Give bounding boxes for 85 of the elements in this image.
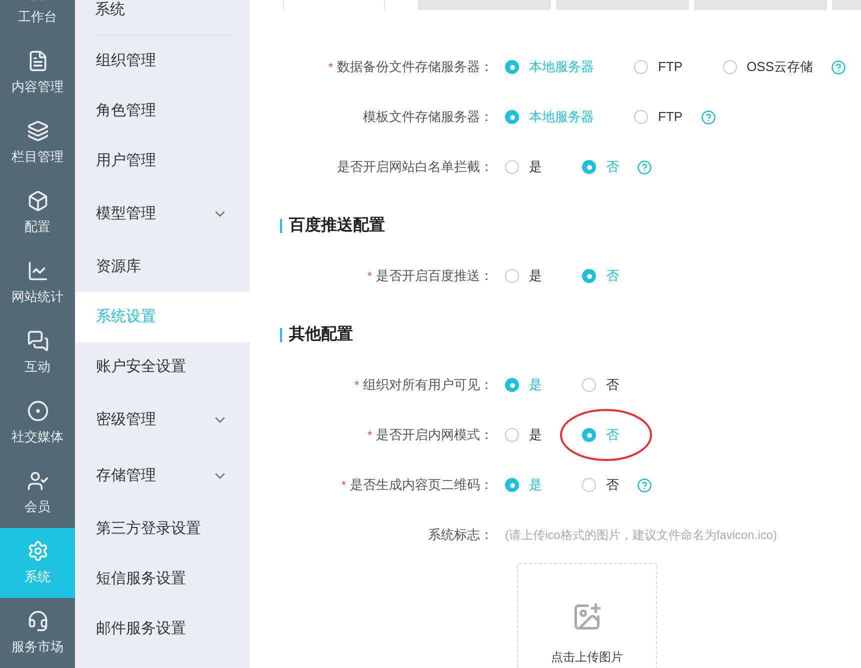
nav-item[interactable]: 互动 [0,318,75,388]
chat-icon [26,330,48,352]
radio-label: 否 [606,267,619,286]
radio-label: 本地服务器 [529,108,594,126]
layers-icon [26,120,48,142]
radio-button[interactable] [582,160,596,174]
radio-label: OSS云存储 [746,58,814,76]
radio-label: 是 [529,426,542,444]
required-mark: * [367,427,372,444]
required-mark: * [354,377,359,394]
cube-icon [26,190,48,212]
tab[interactable] [556,0,689,10]
help-icon[interactable] [831,60,846,74]
nav-item[interactable]: 会员 [0,458,75,528]
nav-item[interactable]: 服务市场 [0,598,75,668]
required-mark: * [328,59,333,76]
settings-icon [26,540,48,562]
upload-hint: (请上传ico格式的图片，建议文件命名为favicon.ico) [505,527,778,544]
user-check-icon [26,470,48,492]
radio-button[interactable] [582,378,596,392]
nav-item[interactable]: 网站统计 [0,248,75,318]
upload-area[interactable]: 点击上传图片 [517,563,657,668]
radio-button[interactable] [505,478,519,492]
headset-icon [26,610,48,632]
field-label: 数据备份文件存储服务器： [337,58,493,76]
submenu-item[interactable]: 角色管理 [75,86,250,136]
radio-label: FTP [658,58,683,76]
radio-button[interactable] [582,478,596,492]
radio-button[interactable] [505,110,519,124]
radio-button[interactable] [634,60,648,74]
radio-button[interactable] [634,110,648,124]
radio-label: 是 [529,476,542,494]
field-label: 是否开启百度推送： [376,267,493,286]
nav-item[interactable]: 内容管理 [0,38,75,108]
radio-button[interactable] [505,378,519,392]
nav-item[interactable]: 配置 [0,178,75,248]
radio-button[interactable] [505,428,519,442]
radio-button[interactable] [505,60,519,74]
radio-label: 是 [529,267,542,286]
section-heading: 百度推送配置 [289,215,385,236]
radio-label: 是 [529,158,542,176]
submenu-item[interactable]: 模型管理 [75,186,250,242]
submenu-item[interactable]: 账户安全设置 [75,342,250,392]
submenu-title: 系统 [95,0,125,20]
radio-label: 本地服务器 [529,58,594,76]
field-label: 是否开启网站白名单拦截： [337,158,493,176]
nav-item[interactable]: 栏目管理 [0,108,75,178]
submenu-item[interactable]: 邮件服务设置 [75,604,250,654]
nav-item[interactable]: 社交媒体 [0,388,75,458]
submenu-item[interactable]: 短信服务设置 [75,554,250,604]
radio-button[interactable] [505,160,519,174]
radio-label: 否 [606,476,619,494]
nav-item[interactable]: 工作台 [0,0,75,38]
required-mark: * [367,268,372,285]
submenu-item[interactable]: 密级管理 [75,392,250,448]
radio-label: FTP [658,108,683,126]
help-icon[interactable] [637,160,652,174]
radio-label: 否 [606,426,619,444]
tab[interactable] [418,0,551,10]
radio-label: 是 [529,376,542,394]
submenu-item[interactable]: 存储管理 [75,448,250,504]
radio-label: 否 [606,158,619,176]
tab[interactable] [694,0,827,10]
submenu-item[interactable]: 第三方登录设置 [75,504,250,554]
line-chart-icon [26,260,48,282]
help-icon[interactable] [637,478,652,492]
radio-button[interactable] [582,269,596,283]
target-icon [26,400,48,422]
radio-label: 否 [606,376,619,394]
help-icon[interactable] [700,110,716,124]
submenu-item[interactable]: 资源库 [75,242,250,292]
radio-button[interactable] [505,269,519,283]
image-plus-icon [572,602,602,632]
required-mark: * [341,477,346,494]
submenu-item[interactable]: 用户管理 [75,136,250,186]
tab[interactable] [283,0,385,10]
field-label: 是否开启内网模式： [376,426,493,444]
radio-button[interactable] [582,428,596,442]
section-heading: 其他配置 [289,324,353,345]
field-label: 模板文件存储服务器： [363,108,493,126]
field-label: 组织对所有用户可见： [363,376,493,394]
radio-button[interactable] [722,60,737,74]
field-label: 系统标志： [428,526,493,544]
submenu-item[interactable]: 组织管理 [75,36,250,86]
field-label: 是否生成内容页二维码： [350,476,493,494]
